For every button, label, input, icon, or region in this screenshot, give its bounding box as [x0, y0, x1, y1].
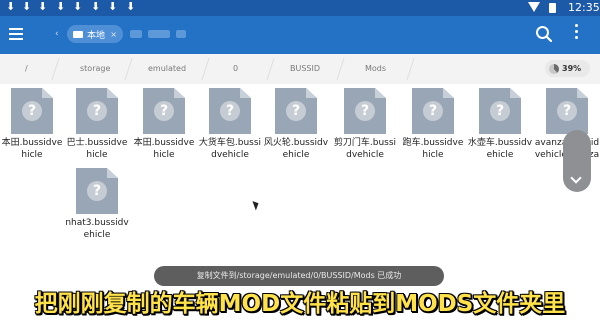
breadcrumb-separator [51, 58, 60, 80]
breadcrumb-separator [336, 58, 345, 80]
breadcrumb-item-root[interactable]: / [25, 64, 28, 73]
storage-percent: 39% [562, 64, 582, 73]
file-item[interactable]: ? 本田.bussidvehicle [131, 88, 197, 161]
file-name: 水壶车.bussidvehicle [467, 138, 533, 160]
toast-message: 复制文件到/storage/emulated/0/BUSSID/Mods 已成功 [154, 266, 444, 286]
scroll-down-button[interactable] [563, 130, 591, 192]
storage-usage-chip[interactable]: 39% [545, 60, 590, 77]
download-icon: ⬇ [56, 0, 66, 13]
menu-icon[interactable] [9, 28, 23, 40]
storage-pie-icon [549, 63, 559, 74]
breadcrumb-separator [201, 58, 210, 80]
breadcrumb-item-mods[interactable]: Mods [365, 64, 386, 73]
file-item[interactable]: ? 巴士.bussidvehicle [64, 88, 130, 161]
file-unknown-icon: ? [344, 88, 386, 134]
file-unknown-icon: ? [479, 88, 521, 134]
file-item[interactable]: ? 剪刀门车.bussidvehicle [332, 88, 398, 161]
file-item[interactable]: ? 风火轮.bussidvehicle [263, 88, 329, 161]
download-icon: ⬇ [126, 0, 136, 13]
home-chevron[interactable]: ‹ [53, 27, 64, 41]
wifi-icon [528, 2, 540, 12]
file-item[interactable]: ? 本田.bussidvehicle [0, 88, 65, 161]
tab-local[interactable]: 本地 × [67, 25, 123, 43]
file-name: nhat3.bussidvehicle [65, 218, 129, 240]
file-name: 跑车.bussidvehicle [402, 138, 464, 160]
download-icon: ⬇ [38, 0, 48, 13]
file-unknown-icon: ? [76, 88, 118, 134]
folder-icon [73, 30, 83, 38]
more-vert-icon[interactable] [573, 24, 579, 46]
file-name: 大货车包.bussidvehicle [198, 138, 262, 160]
breadcrumb-item-bussid[interactable]: BUSSID [290, 64, 320, 73]
battery-icon [549, 3, 556, 13]
video-subtitle: 把刚刚复制的车辆MOD文件粘贴到MODS文件夹里 [34, 291, 566, 317]
file-name: 本田.bussidvehicle [133, 138, 195, 160]
file-unknown-icon: ? [412, 88, 454, 134]
download-icon: ⬇ [22, 0, 32, 13]
file-unknown-icon: ? [76, 168, 118, 214]
tab-close-icon[interactable]: × [110, 30, 117, 39]
file-item[interactable]: ? 水壶车.bussidvehicle [467, 88, 533, 161]
chevron-left-icon: ‹ [55, 29, 59, 39]
download-icon: ⬇ [73, 0, 83, 13]
download-icon: ⬇ [91, 0, 101, 13]
breadcrumb-separator [266, 58, 275, 80]
download-icon: ⬇ [108, 0, 118, 13]
file-unknown-icon: ? [143, 88, 185, 134]
status-bar: ⬇ ⬇ ⬇ ⬇ ⬇ ⬇ ⬇ ⬇ 12:35 [0, 0, 600, 16]
file-unknown-icon: ? [11, 88, 53, 134]
breadcrumb-separator [124, 58, 133, 80]
file-item[interactable]: ? 大货车包.bussidvehicle [197, 88, 263, 161]
file-name: 本田.bussidvehicle [1, 138, 63, 160]
file-item[interactable]: ? nhat3.bussidvehicle [64, 168, 130, 241]
tab-placeholder[interactable] [148, 30, 170, 38]
breadcrumb-item-0[interactable]: 0 [233, 64, 238, 73]
tab-local-label: 本地 [87, 30, 106, 41]
breadcrumb: / storage emulated 0 BUSSID Mods 39% [0, 54, 600, 84]
tab-placeholder[interactable] [130, 30, 142, 38]
breadcrumb-item-emulated[interactable]: emulated [148, 64, 186, 73]
file-name: 风火轮.bussidvehicle [263, 138, 329, 160]
app-bar: ‹ 本地 × [0, 16, 600, 54]
download-icon: ⬇ [6, 0, 16, 13]
file-unknown-icon: ? [546, 88, 588, 134]
file-name: 剪刀门车.bussidvehicle [333, 138, 397, 160]
file-unknown-icon: ? [275, 88, 317, 134]
file-item[interactable]: ? 跑车.bussidvehicle [400, 88, 466, 161]
tab-placeholder[interactable] [176, 30, 186, 38]
status-time: 12:35 [568, 1, 600, 14]
search-icon[interactable] [535, 25, 553, 43]
file-unknown-icon: ? [209, 88, 251, 134]
chevron-down-icon [570, 172, 582, 184]
breadcrumb-separator [406, 58, 415, 80]
breadcrumb-item-storage[interactable]: storage [80, 64, 110, 73]
file-name: 巴士.bussidvehicle [66, 138, 128, 160]
